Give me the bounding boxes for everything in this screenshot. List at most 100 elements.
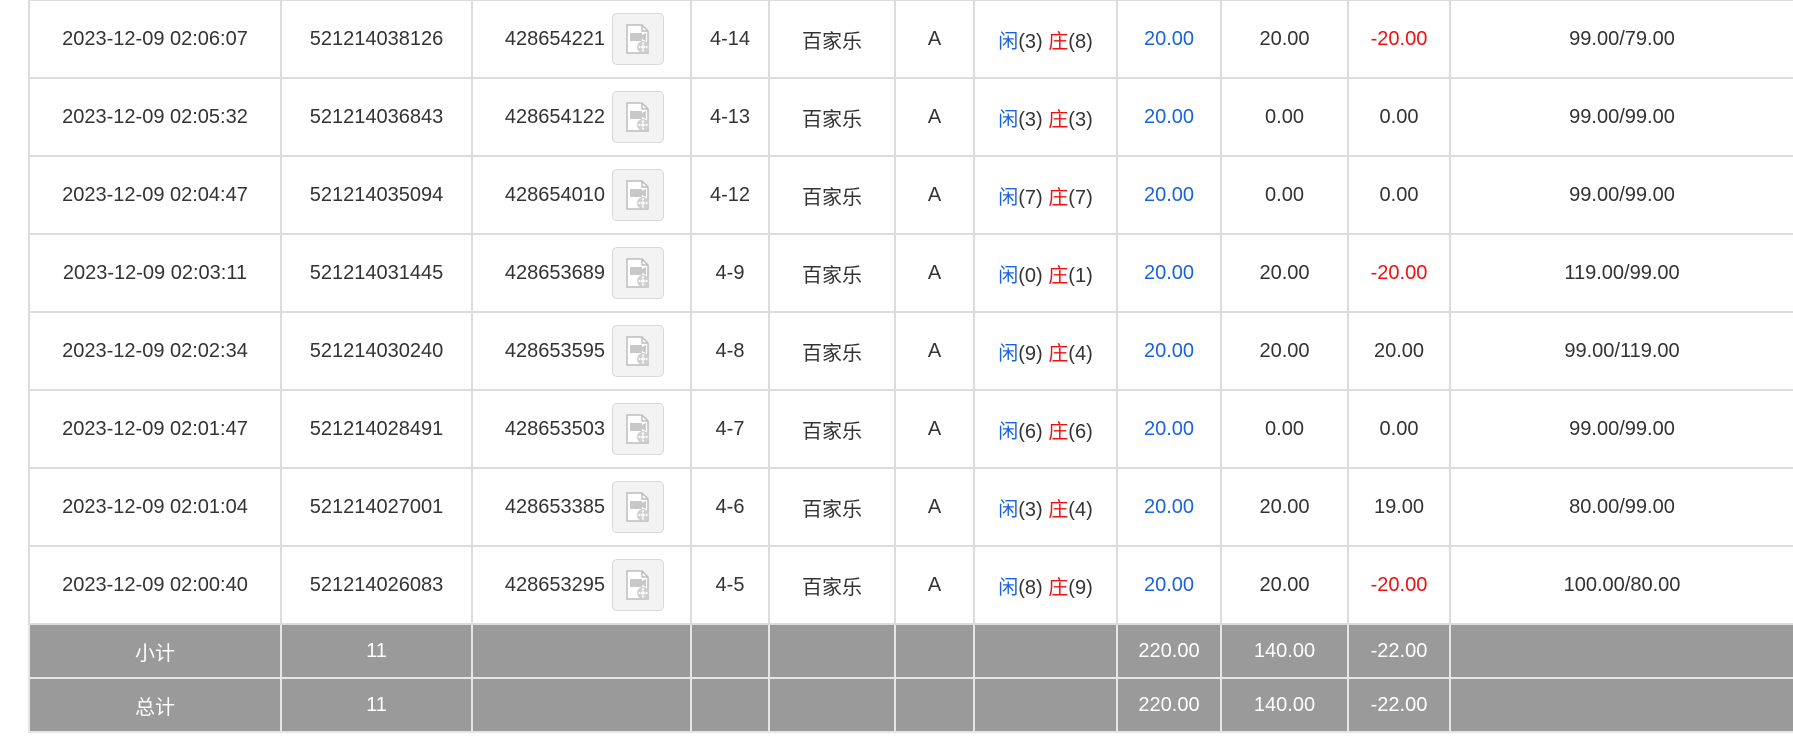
video-replay-button[interactable] <box>612 247 664 299</box>
game-name: 百家乐 <box>768 77 896 157</box>
order-number: 521214035094 <box>280 155 473 235</box>
player-label: 闲 <box>998 498 1019 521</box>
valid-bet: 20.00 <box>1220 545 1349 625</box>
player-label: 闲 <box>998 264 1019 287</box>
win-loss: 19.00 <box>1347 467 1451 547</box>
banker-label: 庄 <box>1048 342 1069 365</box>
banker-points: (1) <box>1068 264 1093 287</box>
valid-bet: 20.00 <box>1220 467 1349 547</box>
player-points: (3) <box>1018 30 1043 53</box>
video-replay-icon <box>626 102 649 132</box>
game-name: 百家乐 <box>768 0 896 79</box>
game-id-cell: 428654010 <box>471 155 692 235</box>
banker-label: 庄 <box>1048 264 1069 287</box>
video-replay-button[interactable] <box>612 91 664 143</box>
video-replay-button[interactable] <box>612 13 664 65</box>
bet-time: 2023-12-09 02:02:34 <box>28 311 282 391</box>
player-label: 闲 <box>998 576 1019 599</box>
video-replay-button[interactable] <box>612 169 664 221</box>
order-number: 521214028491 <box>280 389 473 469</box>
player-label: 闲 <box>998 186 1019 209</box>
total-bet: 220.00 <box>1116 677 1222 733</box>
round-number: 4-6 <box>690 467 770 547</box>
result-cell: 闲(6) 庄(6) <box>973 389 1118 469</box>
video-replay-button[interactable] <box>612 481 664 533</box>
player-label: 闲 <box>998 342 1019 365</box>
valid-bet: 0.00 <box>1220 77 1349 157</box>
balance-change: 119.00/99.00 <box>1449 233 1793 313</box>
order-number: 521214031445 <box>280 233 473 313</box>
player-label: 闲 <box>998 420 1019 443</box>
table-name: A <box>894 0 975 79</box>
balance-change: 100.00/80.00 <box>1449 545 1793 625</box>
round-number: 4-7 <box>690 389 770 469</box>
table-name: A <box>894 233 975 313</box>
round-number: 4-5 <box>690 545 770 625</box>
video-replay-icon <box>626 258 649 288</box>
banker-points: (4) <box>1068 342 1093 365</box>
order-number: 521214030240 <box>280 311 473 391</box>
total-valid: 140.00 <box>1220 677 1349 733</box>
game-id: 428654010 <box>504 183 605 206</box>
player-points: (7) <box>1018 186 1043 209</box>
game-id: 428653295 <box>504 573 605 596</box>
subtotal-win: -22.00 <box>1347 623 1451 679</box>
total-count: 11 <box>280 677 473 733</box>
bet-time: 2023-12-09 02:05:32 <box>28 77 282 157</box>
video-replay-button[interactable] <box>612 325 664 377</box>
player-points: (0) <box>1018 264 1043 287</box>
banker-points: (3) <box>1068 108 1093 131</box>
game-id: 428653689 <box>504 261 605 284</box>
player-label: 闲 <box>998 108 1019 131</box>
video-replay-button[interactable] <box>612 559 664 611</box>
player-label: 闲 <box>998 30 1019 53</box>
balance-change: 99.00/79.00 <box>1449 0 1793 79</box>
round-number: 4-12 <box>690 155 770 235</box>
game-id: 428653503 <box>504 417 605 440</box>
bet-amount: 20.00 <box>1116 545 1222 625</box>
table-name: A <box>894 389 975 469</box>
bet-time: 2023-12-09 02:04:47 <box>28 155 282 235</box>
video-replay-icon <box>626 414 649 444</box>
order-number: 521214026083 <box>280 545 473 625</box>
table-row: 2023-12-09 02:05:32 521214036843 4286541… <box>28 77 1793 157</box>
banker-points: (7) <box>1068 186 1093 209</box>
player-points: (6) <box>1018 420 1043 443</box>
game-id-cell: 428653295 <box>471 545 692 625</box>
table-name: A <box>894 311 975 391</box>
subtotal-valid: 140.00 <box>1220 623 1349 679</box>
banker-points: (6) <box>1068 420 1093 443</box>
table-name: A <box>894 155 975 235</box>
table-row: 2023-12-09 02:02:34 521214030240 4286535… <box>28 311 1793 391</box>
table-row: 2023-12-09 02:01:04 521214027001 4286533… <box>28 467 1793 547</box>
video-replay-button[interactable] <box>612 403 664 455</box>
table-name: A <box>894 545 975 625</box>
balance-change: 80.00/99.00 <box>1449 467 1793 547</box>
player-points: (8) <box>1018 576 1043 599</box>
video-replay-icon <box>626 570 649 600</box>
bet-amount: 20.00 <box>1116 155 1222 235</box>
order-number: 521214038126 <box>280 0 473 79</box>
game-name: 百家乐 <box>768 467 896 547</box>
win-loss: -20.00 <box>1347 233 1451 313</box>
result-cell: 闲(3) 庄(4) <box>973 467 1118 547</box>
balance-change: 99.00/119.00 <box>1449 311 1793 391</box>
video-replay-icon <box>626 492 649 522</box>
bet-time: 2023-12-09 02:01:04 <box>28 467 282 547</box>
valid-bet: 20.00 <box>1220 311 1349 391</box>
game-name: 百家乐 <box>768 155 896 235</box>
video-replay-icon <box>626 180 649 210</box>
win-loss: 20.00 <box>1347 311 1451 391</box>
table-name: A <box>894 77 975 157</box>
video-replay-icon <box>626 24 649 54</box>
game-name: 百家乐 <box>768 311 896 391</box>
game-name: 百家乐 <box>768 389 896 469</box>
win-loss: -20.00 <box>1347 0 1451 79</box>
subtotal-count: 11 <box>280 623 473 679</box>
game-id-cell: 428653689 <box>471 233 692 313</box>
total-row: 总计 11 220.00 140.00 -22.00 <box>28 677 1793 733</box>
banker-points: (4) <box>1068 498 1093 521</box>
game-id-cell: 428654122 <box>471 77 692 157</box>
balance-change: 99.00/99.00 <box>1449 77 1793 157</box>
result-cell: 闲(7) 庄(7) <box>973 155 1118 235</box>
